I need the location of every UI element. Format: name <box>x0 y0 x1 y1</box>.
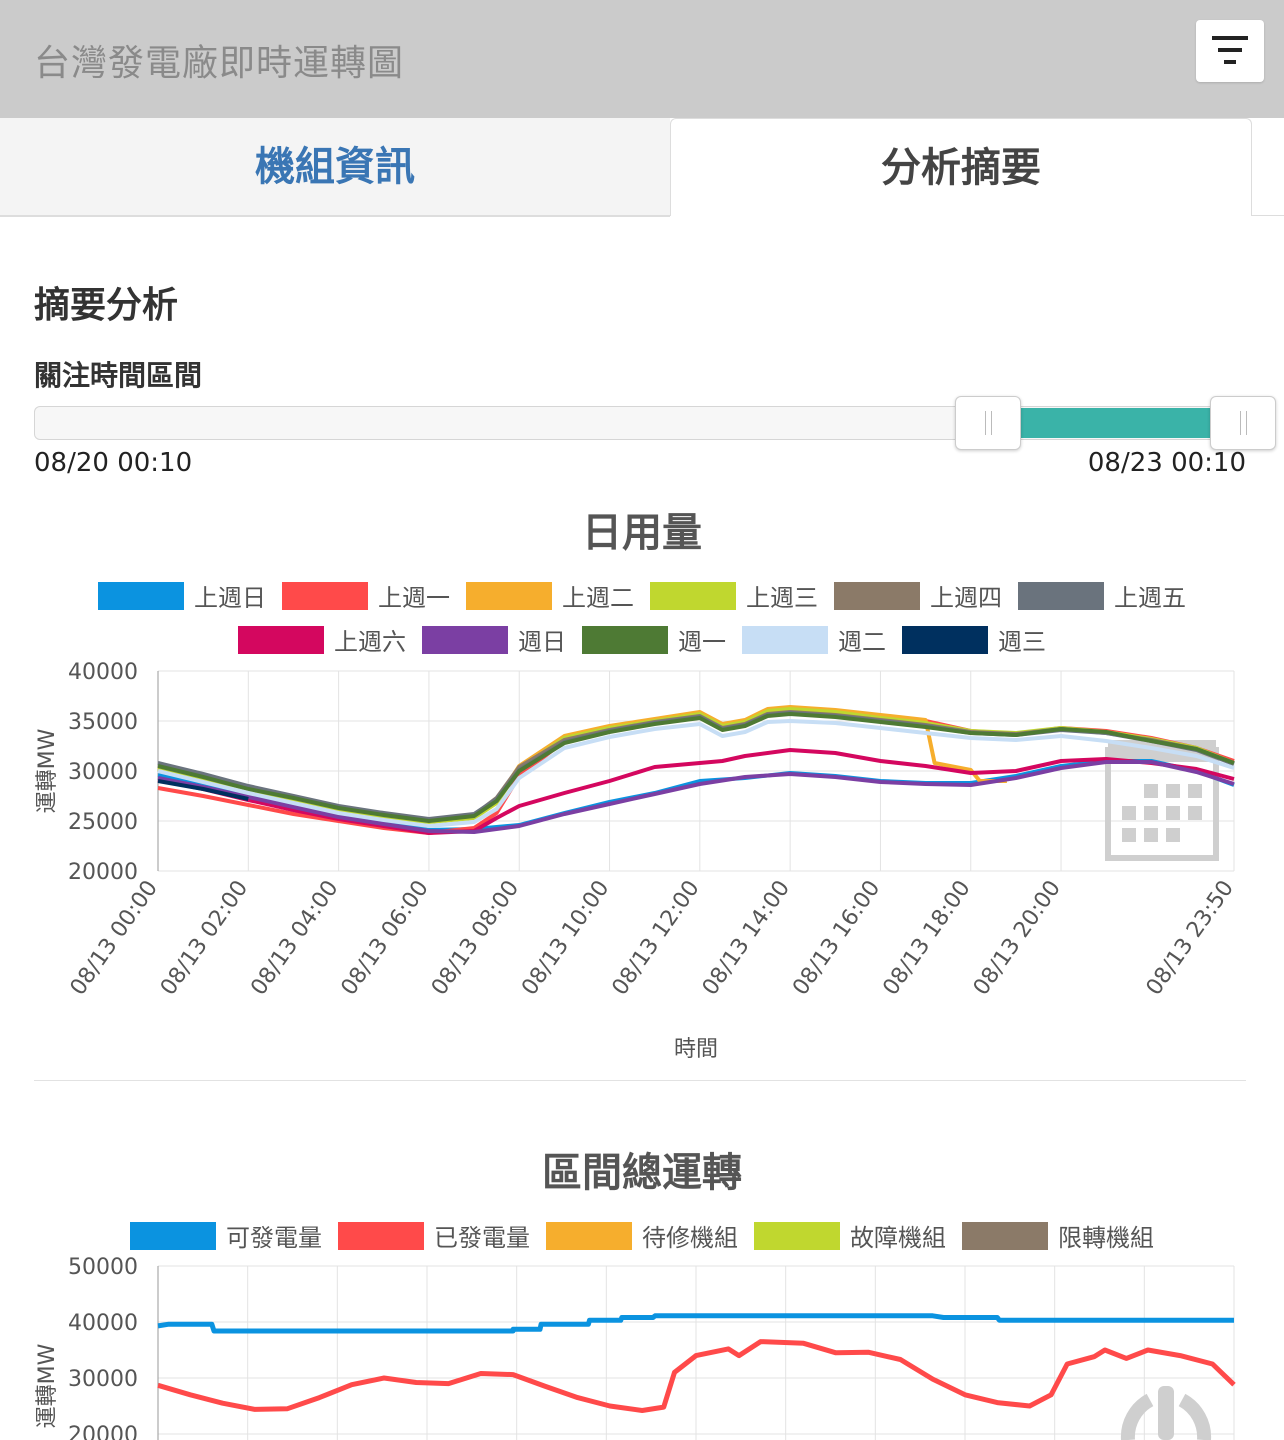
legend-swatch <box>834 581 920 610</box>
tab-bar: 機組資訊 分析摘要 <box>0 118 1284 218</box>
y-axis-title: 運轉MW <box>35 728 60 813</box>
legend-label: 週三 <box>998 628 1046 656</box>
y-tick-label: 50000 <box>68 1255 138 1280</box>
y-tick-label: 20000 <box>68 860 138 885</box>
legend-swatch <box>282 581 368 610</box>
legend-label: 上週日 <box>194 584 266 612</box>
x-tick-label: 08/13 06:00 <box>337 876 434 1000</box>
section-divider <box>34 1080 1246 1081</box>
filter-button[interactable] <box>1196 20 1264 82</box>
calendar-cell <box>1188 784 1202 798</box>
calendar-cell <box>1144 784 1158 798</box>
calendar-cell <box>1144 806 1158 820</box>
x-tick-label: 08/13 08:00 <box>427 876 524 1000</box>
range-label: 關注時間區間 <box>34 359 203 392</box>
legend-item[interactable]: 上週三 <box>650 578 818 613</box>
legend-swatch <box>582 625 668 654</box>
tab-divider <box>0 216 670 217</box>
series-line <box>157 719 1235 828</box>
legend-label: 週日 <box>518 628 566 656</box>
legend-label: 上週三 <box>746 584 818 612</box>
y-tick-label: 25000 <box>68 810 138 835</box>
legend-label: 上週二 <box>562 584 634 612</box>
legend-row: 上週日 上週一 上週二 上週三 上週四 上週五 <box>0 578 1284 613</box>
daily-chart-title: 日用量 <box>582 510 702 556</box>
interval-chart-plot: 20000 30000 40000 50000 運轉MW <box>35 1255 1236 1440</box>
power-watermark-icon <box>1120 1386 1212 1440</box>
legend-label: 上週六 <box>334 628 406 656</box>
interval-chart-title: 區間總運轉 <box>542 1150 742 1196</box>
x-tick-label: 08/13 04:00 <box>246 876 343 1000</box>
x-tick-label: 08/13 14:00 <box>698 876 795 1000</box>
x-tick-label: 08/13 23:50 <box>1142 876 1239 1000</box>
range-slider-selection <box>1021 408 1212 438</box>
legend-item[interactable]: 上週二 <box>466 578 634 613</box>
y-tick-label: 20000 <box>68 1423 138 1440</box>
x-axis-title: 時間 <box>674 1037 718 1062</box>
legend-item[interactable]: 上週六 <box>238 622 406 657</box>
legend-swatch <box>742 625 828 654</box>
legend-item[interactable]: 上週四 <box>834 578 1002 613</box>
calendar-cell <box>1122 806 1136 820</box>
calendar-cell <box>1166 828 1180 842</box>
calendar-cell <box>1144 828 1158 842</box>
legend-label: 上週五 <box>1114 584 1186 612</box>
calendar-cell <box>1166 806 1180 820</box>
legend-swatch <box>98 581 184 610</box>
daily-chart-plot: 200002500030000350004000008/13 00:0008/1… <box>35 660 1239 1062</box>
y-axis-title: 運轉MW <box>35 1343 60 1428</box>
y-tick-label: 40000 <box>68 660 138 685</box>
legend-label: 上週一 <box>378 584 450 612</box>
x-tick-label: 08/13 20:00 <box>969 876 1066 1000</box>
x-tick-label: 08/13 16:00 <box>788 876 885 1000</box>
legend-label: 週二 <box>838 628 886 656</box>
legend-swatch <box>466 581 552 610</box>
legend-item[interactable]: 上週一 <box>282 578 450 613</box>
range-slider-handle-end[interactable] <box>1210 396 1276 450</box>
legend-swatch <box>1018 581 1104 610</box>
x-tick-label: 08/13 10:00 <box>517 876 614 1000</box>
legend-swatch <box>902 625 988 654</box>
app-title: 台灣發電廠即時運轉圖 <box>34 43 405 84</box>
legend-item[interactable]: 週一 <box>582 622 726 657</box>
legend-item[interactable]: 上週五 <box>1018 578 1186 613</box>
legend-swatch <box>422 625 508 654</box>
legend-item[interactable]: 週三 <box>902 622 1046 657</box>
power-bar <box>1158 1386 1174 1440</box>
legend-swatch <box>650 581 736 610</box>
range-end-date: 08/23 00:10 <box>1087 448 1246 478</box>
y-tick-label: 30000 <box>68 760 138 785</box>
range-start-date: 08/20 00:10 <box>34 448 193 478</box>
calendar-cell <box>1122 828 1136 842</box>
legend-item[interactable]: 週日 <box>422 622 566 657</box>
calendar-cell <box>1166 784 1180 798</box>
calendar-cell <box>1188 806 1202 820</box>
range-slider-handle-start[interactable] <box>955 396 1022 450</box>
tab-analysis-summary[interactable]: 分析摘要 <box>670 118 1252 216</box>
legend-label: 上週四 <box>930 584 1002 612</box>
y-tick-label: 40000 <box>68 1311 138 1336</box>
legend-row: 上週六 週日 週一 週二 週三 <box>0 622 1284 657</box>
y-tick-label: 35000 <box>68 710 138 735</box>
x-tick-label: 08/13 12:00 <box>608 876 705 1000</box>
section-title: 摘要分析 <box>34 285 179 326</box>
x-tick-label: 08/13 02:00 <box>156 876 253 1000</box>
legend-item[interactable]: 週二 <box>742 622 886 657</box>
legend-swatch <box>238 625 324 654</box>
filter-icon <box>1212 36 1248 64</box>
app-bar: 台灣發電廠即時運轉圖 <box>0 0 1284 118</box>
tab-unit-info[interactable]: 機組資訊 <box>0 118 670 216</box>
x-tick-label: 08/13 00:00 <box>66 876 163 1000</box>
tab-bar-border <box>1252 215 1284 216</box>
legend-label: 週一 <box>678 628 726 656</box>
legend-item[interactable]: 上週日 <box>98 578 266 613</box>
y-tick-label: 30000 <box>68 1367 138 1392</box>
x-tick-label: 08/13 18:00 <box>878 876 975 1000</box>
